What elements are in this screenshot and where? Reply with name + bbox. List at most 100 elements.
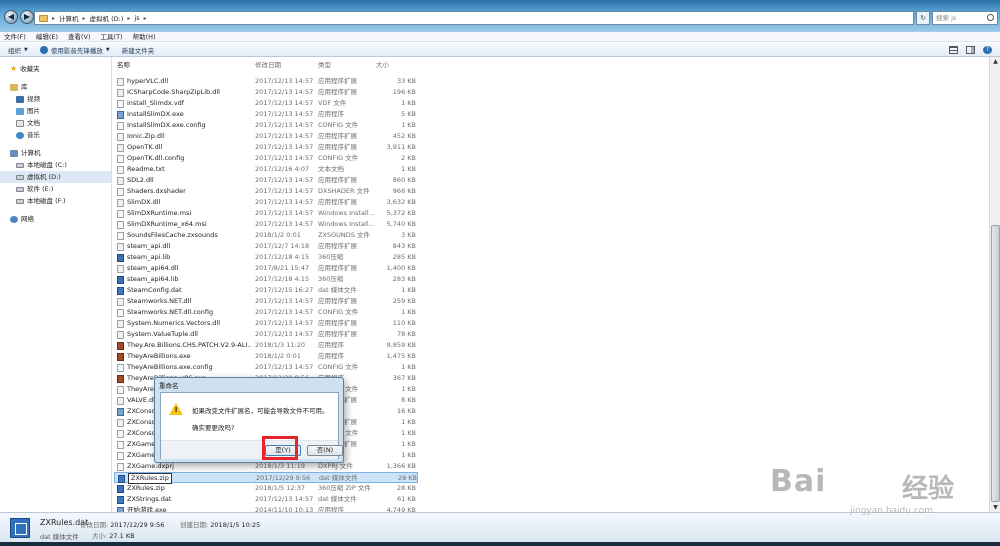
file-row[interactable]: ZXRules.zip 2017/12/29 9:56 dat 媒体文件 28 KB [114, 472, 418, 484]
file-name: ICSharpCode.SharpZipLib.dll [127, 88, 220, 96]
nav-computer[interactable]: 计算机 [0, 147, 111, 159]
nav-drive-d[interactable]: 虚拟机 (D:) [0, 171, 111, 183]
file-row[interactable]: SoundsFilesCache.zxsounds 2018/1/2 0:01 ZX… [114, 230, 418, 241]
file-row[interactable]: InstallSlimDX.exe.config 2017/12/13 14:57… [114, 120, 418, 131]
file-row[interactable]: hyperVLC.dll 2017/12/13 14:57 应用程序扩展 33 KB [114, 76, 418, 87]
open-with-button[interactable]: 使用影音先锋播放 ▼ [39, 45, 110, 55]
menu-tools[interactable]: 工具(T) [101, 32, 123, 41]
nav-music[interactable]: 音乐 [0, 129, 111, 141]
file-row[interactable]: Steamworks.NET.dll 2017/12/13 14:57 应用程序扩展… [114, 296, 418, 307]
file-size: 33 KB [396, 77, 416, 85]
file-row[interactable]: Ionic.Zip.dll 2017/12/13 14:57 应用程序扩展 452 K… [114, 131, 418, 142]
help-icon[interactable]: ? [983, 46, 992, 54]
vertical-scrollbar[interactable]: ▲ ▼ [989, 57, 1000, 512]
file-row[interactable]: ICSharpCode.SharpZipLib.dll 2017/12/13 14… [114, 87, 418, 98]
nav-drive-f[interactable]: 本地磁盘 (F:) [0, 195, 111, 207]
scroll-down-icon[interactable]: ▼ [991, 503, 1000, 512]
nav-pictures[interactable]: 图片 [0, 105, 111, 117]
file-name-cell: OpenTK.dll.config [117, 153, 251, 164]
file-row[interactable]: They.Are.Billions.CHS.PATCH.V2.9-ALI... 2… [114, 340, 418, 351]
file-type: 应用程序扩展 [318, 297, 357, 305]
file-row[interactable]: InstallSlimDX.exe 2017/12/13 14:57 应用程序 5 K… [114, 109, 418, 120]
file-icon [117, 308, 124, 317]
address-input[interactable]: ▸ 计算机 ▸ 虚拟机 (D:) ▸ js ▸ [34, 11, 914, 25]
file-type: CONFIG 文件 [318, 308, 359, 316]
file-size: 452 KB [392, 132, 416, 140]
nav-videos[interactable]: 视频 [0, 93, 111, 105]
column-date[interactable]: 修改日期 [255, 60, 317, 70]
nav-libraries[interactable]: 库 [0, 81, 111, 93]
file-row[interactable]: ZXStrings.dat 2017/12/13 14:57 dat 媒体文件 61 … [114, 494, 418, 505]
file-type: 应用程序 [318, 506, 344, 512]
file-type: 应用程序 [318, 110, 344, 118]
file-date: 2017/12/13 14:57 [255, 308, 314, 316]
file-row[interactable]: 开始游戏.exe 2014/11/10 10:13 应用程序 4,749 KB [114, 505, 418, 512]
file-row[interactable]: steam_api.lib 2017/12/18 4:15 360压缩 285 KB [114, 252, 418, 263]
file-name: SoundsFilesCache.zxsounds [127, 231, 218, 239]
file-name-cell: SDL2.dll [117, 175, 251, 186]
scroll-up-icon[interactable]: ▲ [991, 57, 1000, 66]
column-size[interactable]: 大小 [376, 60, 416, 70]
file-row[interactable]: SlimDXRuntime.msi 2017/12/13 14:57 Windows… [114, 208, 418, 219]
file-type: 应用程序扩展 [318, 176, 357, 184]
file-row[interactable]: System.Numerics.Vectors.dll 2017/12/13 14… [114, 318, 418, 329]
taskbar [0, 542, 1000, 546]
music-icon [16, 131, 24, 139]
menu-help[interactable]: 帮助(H) [133, 32, 156, 41]
file-row[interactable]: SlimDXRuntime_x64.msi 2017/12/13 14:57 Win… [114, 219, 418, 230]
file-date: 2017/12/18 4:15 [255, 253, 310, 261]
menu-view[interactable]: 查看(V) [68, 32, 91, 41]
preview-pane-icon[interactable] [966, 46, 975, 54]
breadcrumb-drive-d[interactable]: 虚拟机 (D:) [90, 13, 124, 23]
menu-file[interactable]: 文件(F) [4, 32, 26, 41]
menu-edit[interactable]: 编辑(E) [36, 32, 58, 41]
no-button[interactable]: 否(N) [307, 445, 343, 456]
file-row[interactable]: Steamworks.NET.dll.config 2017/12/13 14:5… [114, 307, 418, 318]
file-row[interactable]: Shaders.dxshader 2017/12/13 14:57 DXSHADER… [114, 186, 418, 197]
file-date: 2017/12/16 4:07 [255, 165, 310, 173]
back-icon[interactable]: ◀ [4, 10, 18, 24]
file-name-cell: Ionic.Zip.dll [117, 131, 251, 142]
file-row[interactable]: steam_api64.dll 2017/8/21 15:47 应用程序扩展 1,40… [114, 263, 418, 274]
file-row[interactable]: steam_api.dll 2017/12/7 14:18 应用程序扩展 843 KB [114, 241, 418, 252]
file-row[interactable]: OpenTK.dll.config 2017/12/13 14:57 CONFIG … [114, 153, 418, 164]
view-options-icon[interactable] [949, 46, 958, 54]
file-row[interactable]: TheyAreBillions.exe 2018/1/2 0:01 应用程序 1,47… [114, 351, 418, 362]
refresh-icon[interactable]: ↻ [916, 11, 930, 25]
file-name-cell: Steamworks.NET.dll.config [117, 307, 251, 318]
column-name[interactable]: 名称 [117, 60, 251, 70]
nav-drive-e[interactable]: 软件 (E:) [0, 183, 111, 195]
file-row[interactable]: SDL2.dll 2017/12/13 14:57 应用程序扩展 860 KB [114, 175, 418, 186]
search-input[interactable]: 搜索 js [932, 11, 998, 25]
file-row[interactable]: SlimDX.dll 2017/12/13 14:57 应用程序扩展 3,632 KB [114, 197, 418, 208]
file-row[interactable]: Readme.txt 2017/12/16 4:07 文本文档 1 KB [114, 164, 418, 175]
file-date: 2017/12/13 14:57 [255, 297, 314, 305]
file-size: 5,372 KB [386, 209, 416, 217]
dll-file-icon [117, 176, 124, 185]
scroll-thumb[interactable] [991, 225, 1000, 502]
file-size: 860 KB [392, 176, 416, 184]
forward-icon[interactable]: ▶ [20, 10, 34, 24]
nav-favorites[interactable]: ★ 收藏夹 [0, 63, 111, 75]
column-type[interactable]: 类型 [318, 60, 380, 70]
file-name: VALVE.dll [127, 396, 157, 404]
nav-network[interactable]: 网络 [0, 213, 111, 225]
file-name: ZXRules.zip [127, 484, 165, 492]
breadcrumb-computer[interactable]: 计算机 [59, 13, 79, 23]
file-date: 2017/12/7 14:18 [255, 242, 310, 250]
organize-button[interactable]: 组织 ▼ [8, 45, 28, 55]
new-folder-button[interactable]: 新建文件夹 [122, 45, 155, 55]
file-row[interactable]: install_Slimdx.vdf 2017/12/13 14:57 VDF 文件… [114, 98, 418, 109]
file-date: 2017/12/13 14:57 [255, 187, 314, 195]
nav-documents[interactable]: 文档 [0, 117, 111, 129]
breadcrumb-js[interactable]: js [134, 14, 139, 22]
file-size: 1 KB [401, 440, 416, 448]
file-row[interactable]: ZXRules.zip 2018/1/5 12:37 360压缩 ZIP 文件 28 … [114, 483, 418, 494]
file-row[interactable]: OpenTK.dll 2017/12/13 14:57 应用程序扩展 3,911 KB [114, 142, 418, 153]
file-row[interactable]: steam_api64.lib 2017/12/18 4:15 360压缩 283 K… [114, 274, 418, 285]
file-row[interactable]: TheyAreBillions.exe.config 2017/12/13 14:… [114, 362, 418, 373]
file-row[interactable]: SteamConfig.dat 2017/12/15 16:27 dat 媒体文件 1… [114, 285, 418, 296]
file-name-cell: SlimDXRuntime_x64.msi [117, 219, 251, 230]
nav-drive-c[interactable]: 本地磁盘 (C:) [0, 159, 111, 171]
file-row[interactable]: System.ValueTuple.dll 2017/12/13 14:57 应用程… [114, 329, 418, 340]
